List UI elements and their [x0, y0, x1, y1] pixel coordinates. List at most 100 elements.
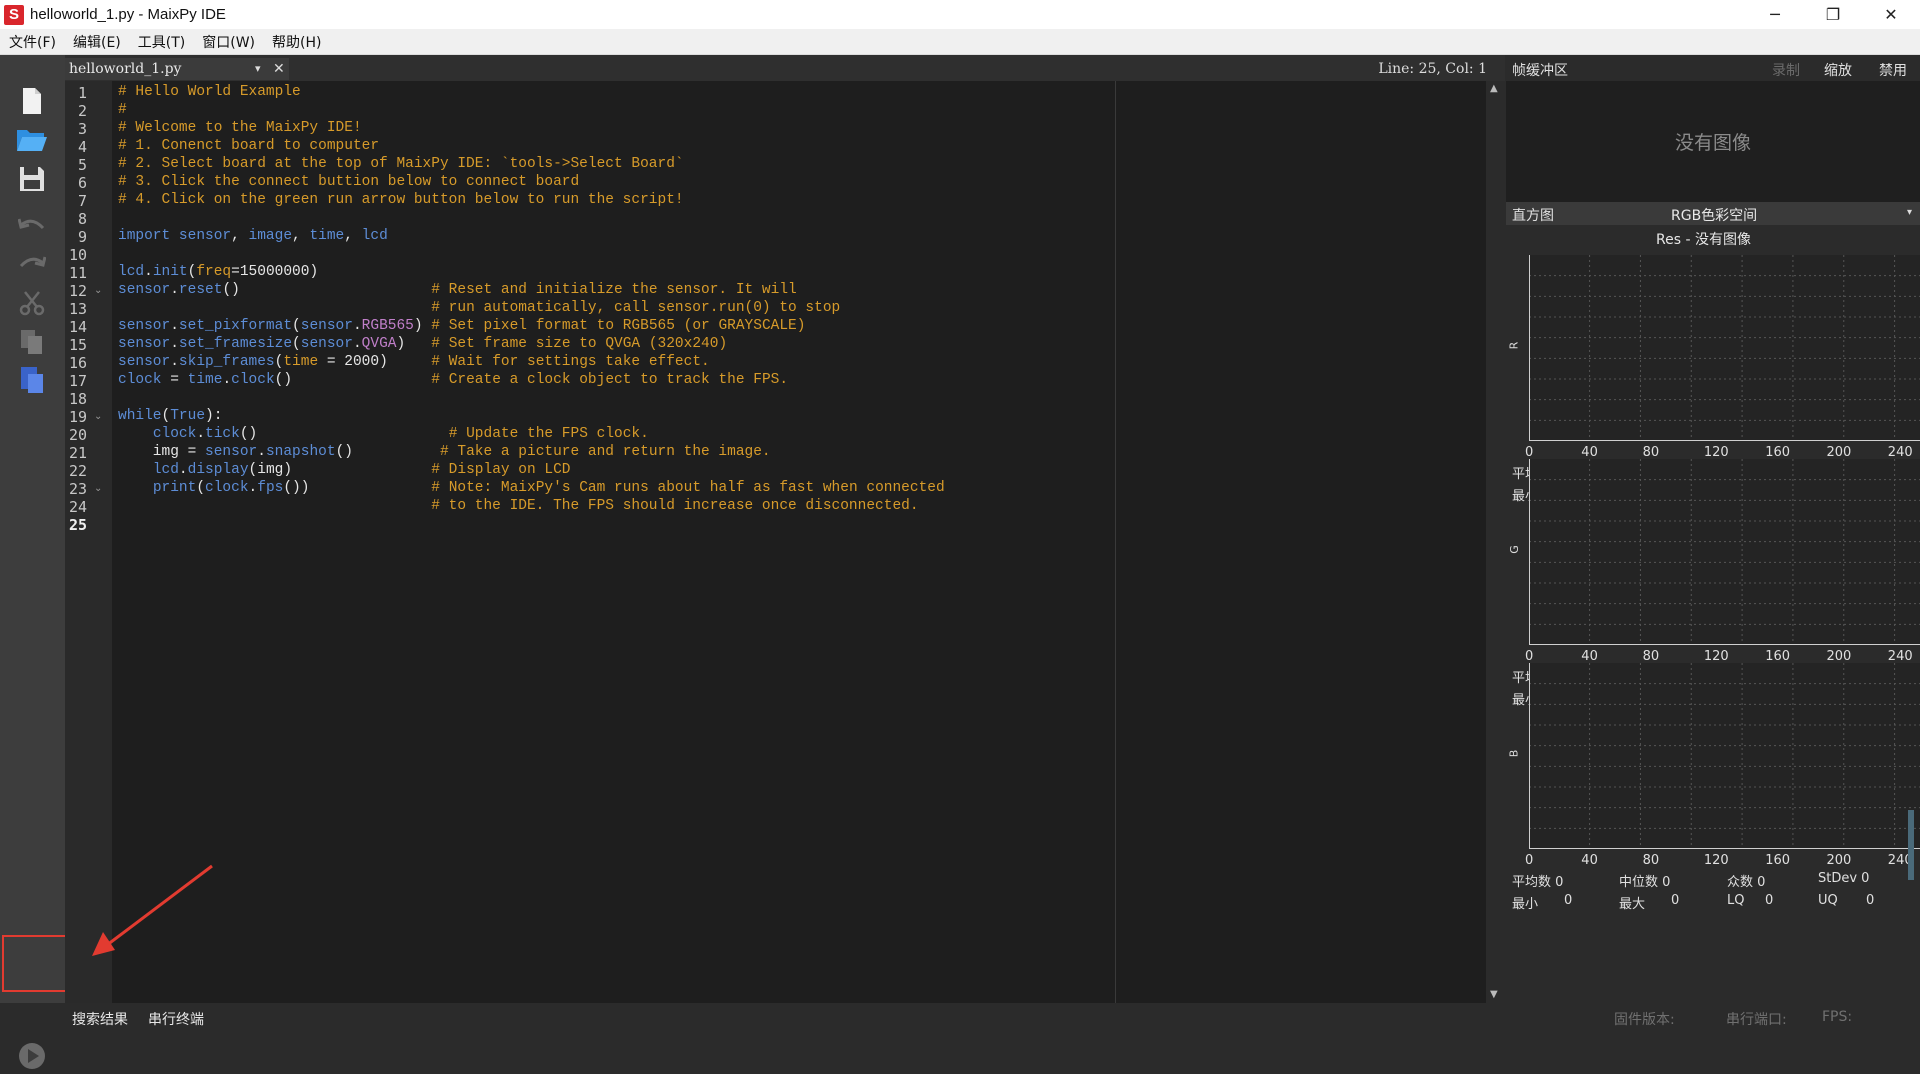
redo-button[interactable]: [12, 246, 52, 282]
histogram-stat: 0: [1671, 893, 1680, 908]
zoom-button[interactable]: 缩放: [1824, 60, 1852, 80]
tab-dropdown-icon[interactable]: ▾: [255, 58, 261, 80]
code-line[interactable]: sensor.skip_frames(time = 2000) # Wait f…: [118, 354, 710, 370]
frame-buffer-title: 帧缓冲区: [1512, 63, 1568, 79]
x-tick-label: 40: [1581, 649, 1598, 664]
panel-scrollbar-thumb[interactable]: [1908, 810, 1914, 880]
scroll-up-icon[interactable]: ▲: [1490, 83, 1498, 94]
histogram-stat: UQ: [1818, 893, 1838, 908]
cut-button[interactable]: [12, 285, 52, 321]
window-title: helloworld_1.py - MaixPy IDE: [30, 6, 226, 23]
cursor-position: Line: 25, Col: 1: [1378, 61, 1487, 77]
resolution-label: Res - 没有图像: [1656, 232, 1751, 248]
x-tick-label: 0: [1525, 445, 1534, 460]
code-line[interactable]: # 2. Select board at the top of MaixPy I…: [118, 156, 684, 172]
line-number: 19: [68, 408, 87, 426]
x-tick-label: 200: [1826, 649, 1852, 664]
code-line[interactable]: clock = time.clock() # Create a clock ob…: [118, 372, 788, 388]
chevron-down-icon[interactable]: ▾: [1907, 207, 1912, 218]
left-toolbar: [0, 55, 65, 1069]
new-file-button[interactable]: [12, 83, 52, 119]
line-number: 8: [77, 210, 87, 228]
annotation-arrow: [92, 864, 213, 956]
search-results-tab[interactable]: 搜索结果: [72, 1009, 128, 1029]
x-tick-label: 240: [1887, 649, 1913, 664]
line-number: 15: [68, 336, 87, 354]
no-image-text: 没有图像: [1674, 132, 1751, 154]
channel-label: B: [1507, 749, 1521, 758]
line-number: 13: [68, 300, 87, 318]
code-line[interactable]: # 3. Click the connect buttion below to …: [118, 174, 579, 190]
menu-file[interactable]: 文件(F): [1, 32, 64, 52]
undo-icon: [18, 218, 45, 230]
window-controls: ─ ❐ ✕: [1746, 0, 1920, 29]
code-line[interactable]: # run automatically, call sensor.run(0) …: [118, 300, 840, 316]
frame-buffer-header: 帧缓冲区 录制 缩放 禁用: [1506, 55, 1920, 81]
code-line[interactable]: # 4. Click on the green run arrow button…: [118, 192, 684, 208]
code-line[interactable]: # 1. Conenct board to computer: [118, 138, 379, 154]
line-number: 3: [77, 120, 87, 138]
close-window-button[interactable]: ✕: [1862, 0, 1920, 29]
code-line[interactable]: lcd.init(freq=15000000): [118, 264, 318, 280]
paste-icon: [21, 367, 43, 393]
menu-edit[interactable]: 编辑(E): [65, 32, 129, 52]
x-tick-label: 80: [1642, 649, 1660, 664]
save-button[interactable]: [12, 161, 52, 197]
open-folder-icon: [17, 130, 47, 151]
menu-help[interactable]: 帮助(H): [264, 32, 329, 52]
fold-toggle-icon[interactable]: ⌄: [94, 483, 102, 494]
code-line[interactable]: while(True):: [118, 408, 222, 424]
line-number: 24: [68, 498, 87, 516]
connect-highlight-box: [2, 935, 70, 992]
code-line[interactable]: # Welcome to the MaixPy IDE!: [118, 120, 362, 136]
histogram-plot: [1529, 459, 1920, 645]
copy-button[interactable]: [12, 324, 52, 360]
paste-button[interactable]: [12, 361, 52, 397]
open-file-button[interactable]: [12, 122, 52, 158]
line-number: 11: [68, 264, 87, 282]
code-line[interactable]: clock.tick() # Update the FPS clock.: [118, 426, 649, 442]
disable-button[interactable]: 禁用: [1879, 60, 1907, 80]
scroll-down-icon[interactable]: ▼: [1490, 989, 1498, 1000]
tab-close-icon[interactable]: ✕: [273, 58, 285, 80]
cut-icon: [19, 291, 45, 316]
code-editor[interactable]: 1 2 3 4 5 6 7 8 9 10 11 12 ⌄ 13 14 15 16 17 18 19 ⌄ 20 21 22 23 ⌄…: [65, 81, 1486, 1003]
undo-button[interactable]: [12, 208, 52, 244]
redo-icon: [19, 256, 46, 268]
x-tick-label: 160: [1765, 649, 1791, 664]
editor-scrollbar[interactable]: ▲ ▼: [1486, 81, 1506, 1003]
code-line[interactable]: #: [118, 102, 127, 118]
x-tick-label: 200: [1826, 445, 1852, 460]
line-number: 20: [68, 426, 87, 444]
color-space-select[interactable]: RGB色彩空间: [1671, 205, 1757, 225]
histogram-plot: [1529, 663, 1920, 849]
editor-tab-bar: helloworld_1.py ▾ ✕ Line: 25, Col: 1: [65, 55, 1505, 81]
line-number: 10: [68, 246, 87, 264]
tab-helloworld[interactable]: helloworld_1.py ▾ ✕: [65, 58, 289, 80]
x-tick-label: 0: [1525, 853, 1534, 868]
code-line[interactable]: # to the IDE. The FPS should increase on…: [118, 498, 918, 514]
minimize-button[interactable]: ─: [1746, 0, 1804, 29]
menu-tools[interactable]: 工具(T): [130, 32, 193, 52]
code-line[interactable]: sensor.set_pixformat(sensor.RGB565) # Se…: [118, 318, 805, 334]
code-line[interactable]: sensor.set_framesize(sensor.QVGA) # Set …: [118, 336, 727, 352]
line-number: 12: [68, 282, 87, 300]
histogram-stat: 0: [1765, 893, 1774, 908]
frame-buffer-view: 没有图像: [1506, 81, 1920, 202]
record-button[interactable]: 录制: [1772, 60, 1800, 80]
maximize-button[interactable]: ❐: [1804, 0, 1862, 29]
run-button[interactable]: [12, 1038, 52, 1074]
code-line[interactable]: import sensor, image, time, lcd: [118, 228, 388, 244]
code-line[interactable]: lcd.display(img) # Display on LCD: [118, 462, 571, 478]
line-number: 23: [68, 480, 87, 498]
menu-window[interactable]: 窗口(W): [194, 32, 263, 52]
histogram-stat: 最小: [1512, 897, 1539, 912]
serial-terminal-tab[interactable]: 串行终端: [148, 1009, 204, 1029]
code-line[interactable]: # Hello World Example: [118, 84, 301, 100]
serial-port: 串行端口:: [1726, 1012, 1787, 1028]
code-line[interactable]: print(clock.fps()) # Note: MaixPy's Cam …: [118, 480, 945, 496]
code-line[interactable]: img = sensor.snapshot() # Take a picture…: [118, 444, 771, 460]
fold-toggle-icon[interactable]: ⌄: [94, 411, 102, 422]
fold-toggle-icon[interactable]: ⌄: [94, 285, 102, 296]
code-line[interactable]: sensor.reset() # Reset and initialize th…: [118, 282, 797, 298]
